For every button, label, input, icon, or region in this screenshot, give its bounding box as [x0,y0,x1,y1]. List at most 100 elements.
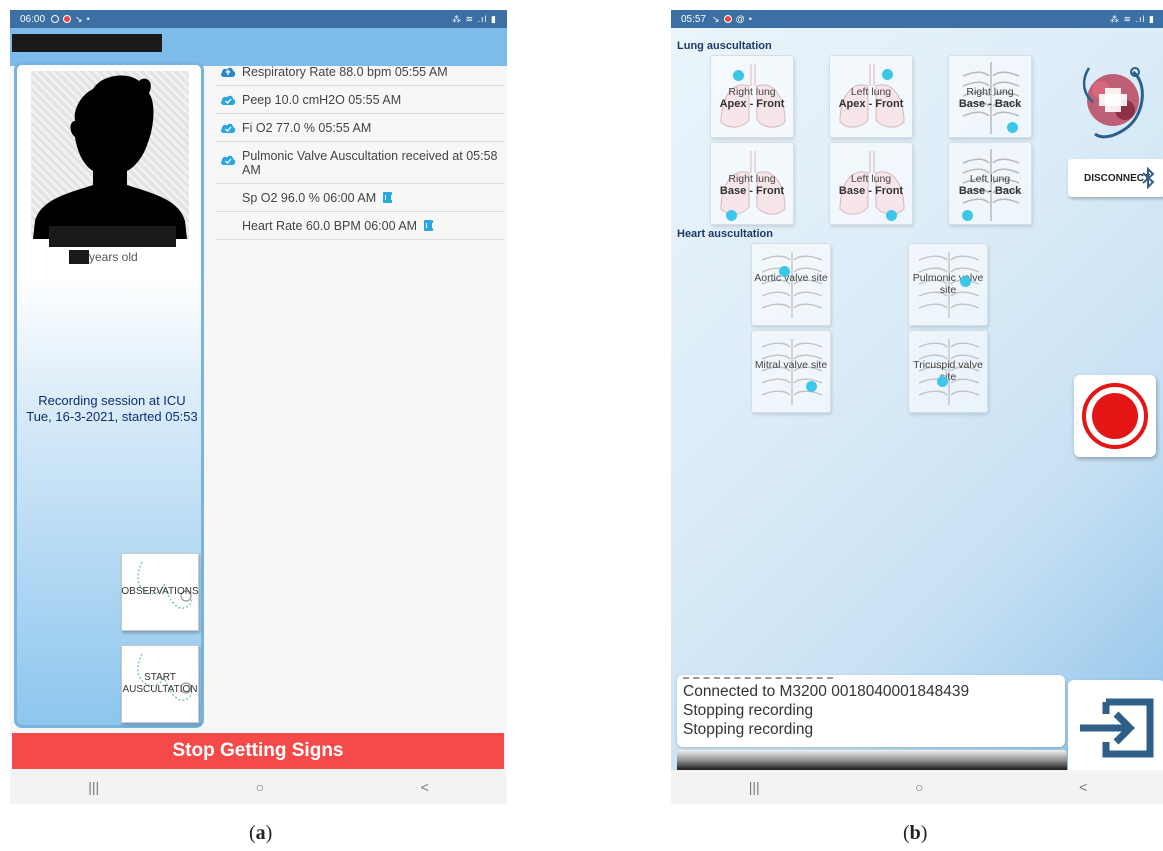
stop-getting-signs-button[interactable]: Stop Getting Signs [12,733,504,769]
sync-icon [51,15,60,23]
vital-text: Fi O2 77.0 % 05:55 AM [242,121,372,135]
site-point-marker [886,210,897,221]
vital-text: Pulmonic Valve Auscultation received at … [242,149,498,177]
status-time: 05:57 [681,13,707,25]
caption-a-letter: a [255,822,266,844]
age-suffix: years old [89,250,138,264]
disconnect-button[interactable]: DISCONNECT [1068,159,1163,197]
lung-position: Base - Front [838,185,904,197]
site-point-marker [962,210,973,221]
at-icon: @ [735,14,745,24]
site-label: Aortic valve site [754,272,828,284]
recent-apps-icon[interactable]: ||| [749,779,760,795]
list-item[interactable]: Pulmonic Valve Auscultation received at … [216,142,504,184]
system-status-icons: ⁂ ≋ .ıl ▮ [452,13,497,24]
lung-position: Apex - Front [838,98,904,110]
patient-age: years old [69,250,138,264]
cloud-done-icon [220,95,236,105]
notification-icons: ↘ • [51,14,90,25]
log-truncated-line [683,677,834,681]
heart-site-pulmonic[interactable]: Pulmonic valve site [908,243,988,326]
lung-position: Base - Back [958,185,1022,197]
vital-text: Peep 10.0 cmH2O 05:55 AM [242,93,402,107]
record-icon [1082,383,1148,449]
lung-auscultation-label: Lung auscultation [677,40,772,52]
caption-a: (a) [249,822,273,844]
lung-position: Base - Front [719,185,785,197]
site-label: Left lung Apex - Front [830,86,912,110]
status-bar: 05:57 ↘ @ • ⁂ ≋ .ıl ▮ [671,10,1163,28]
more-notifications-icon: • [748,14,752,24]
list-item[interactable]: Fi O2 77.0 % 05:55 AM [216,114,504,142]
lung-side: Left lung [969,173,1011,185]
lung-site-right-base-back[interactable]: Right lung Base - Back [948,55,1032,138]
exit-button[interactable] [1068,680,1163,774]
home-icon[interactable]: ○ [915,779,923,795]
auscultation-screen: Lung auscultation Right lung Apex - Front… [671,28,1163,786]
lung-site-left-base-back[interactable]: Left lung Base - Back [948,142,1032,225]
trash-icon[interactable] [382,192,392,203]
list-item[interactable]: Heart Rate 60.0 BPM 06:00 AM [216,212,504,240]
heart-site-aortic[interactable]: Aortic valve site [751,243,831,326]
trash-icon[interactable] [423,220,433,231]
phone-screen-a: 06:00 ↘ • ⁂ ≋ .ıl ▮ years old Recording … [10,10,507,804]
lung-position: Base - Back [958,98,1022,110]
recent-apps-icon[interactable]: ||| [88,779,99,795]
heart-site-tricuspid[interactable]: Tricuspid valve site [908,330,988,413]
lung-site-right-base-front[interactable]: Right lung Base - Front [710,142,794,225]
lung-side: Right lung [728,173,776,185]
list-item[interactable]: Sp O2 96.0 % 06:00 AM [216,184,504,212]
vital-text: Heart Rate 60.0 BPM 06:00 AM [242,219,418,233]
back-icon[interactable]: < [1079,779,1087,795]
observations-label: OBSERVATIONS [121,586,199,597]
connection-log: Connected to M3200 0018040001848439 Stop… [677,675,1065,747]
system-nav-bar: ||| ○ < [671,770,1163,804]
missed-call-icon: ↘ [75,13,83,24]
observations-button[interactable]: OBSERVATIONS [121,553,199,631]
site-label: Left lung Base - Front [830,173,912,197]
session-info: Recording session at ICU Tue, 16-3-2021,… [17,393,207,425]
missed-call-icon: ↘ [712,13,720,24]
list-item[interactable]: Peep 10.0 cmH2O 05:55 AM [216,86,504,114]
list-item[interactable]: Respiratory Rate 88.0 bpm 05:55 AM [216,58,504,86]
ribcage-front-icon [761,252,823,318]
record-dot [1092,393,1138,439]
system-status-icons: ⁂ ≋ .ıl ▮ [1110,13,1155,24]
record-button[interactable] [1074,375,1156,457]
site-point-marker [726,210,737,221]
log-line: Stopping recording [683,702,814,719]
notification-icons: ↘ @ • [712,14,752,25]
lung-site-right-apex-front[interactable]: Right lung Apex - Front [710,55,794,138]
redacted-age-value [69,250,89,264]
heart-site-mitral[interactable]: Mitral valve site [751,330,831,413]
start-label-line2: AUSCULTATION [122,684,198,695]
lung-side: Left lung [850,173,892,185]
back-icon[interactable]: < [421,779,429,795]
patient-panel: years old Recording session at ICU Tue, … [14,62,204,728]
app-logo [1082,67,1144,139]
session-start: Tue, 16-3-2021, started 05:53 [26,409,198,424]
site-label: Right lung Base - Back [949,86,1031,110]
site-label: Tricuspid valve site [913,359,983,383]
status-bar: 06:00 ↘ • ⁂ ≋ .ıl ▮ [10,10,507,28]
app-notification-icon [723,15,732,23]
start-label-line1: START [144,672,176,683]
vital-text: Sp O2 96.0 % 06:00 AM [242,191,377,205]
start-auscultation-label: START AUSCULTATION [122,672,197,696]
vitals-list: Respiratory Rate 88.0 bpm 05:55 AM Peep … [216,58,504,240]
ribcage-front-icon [761,339,823,405]
log-line: Stopping recording [683,721,814,738]
log-line: Connected to M3200 0018040001848439 [683,683,970,700]
person-silhouette-icon [33,75,187,239]
exit-arrow-icon [1080,698,1154,758]
start-auscultation-button[interactable]: START AUSCULTATION [121,645,199,723]
home-icon[interactable]: ○ [256,779,264,795]
lung-site-left-apex-front[interactable]: Left lung Apex - Front [829,55,913,138]
caption-b: (b) [903,822,928,844]
site-point-marker [733,70,744,81]
system-nav-bar: ||| ○ < [10,770,507,804]
site-label: Left lung Base - Back [949,173,1031,197]
lung-site-left-base-front[interactable]: Left lung Base - Front [829,142,913,225]
redacted-patient-name [49,226,176,247]
avatar [31,71,189,239]
